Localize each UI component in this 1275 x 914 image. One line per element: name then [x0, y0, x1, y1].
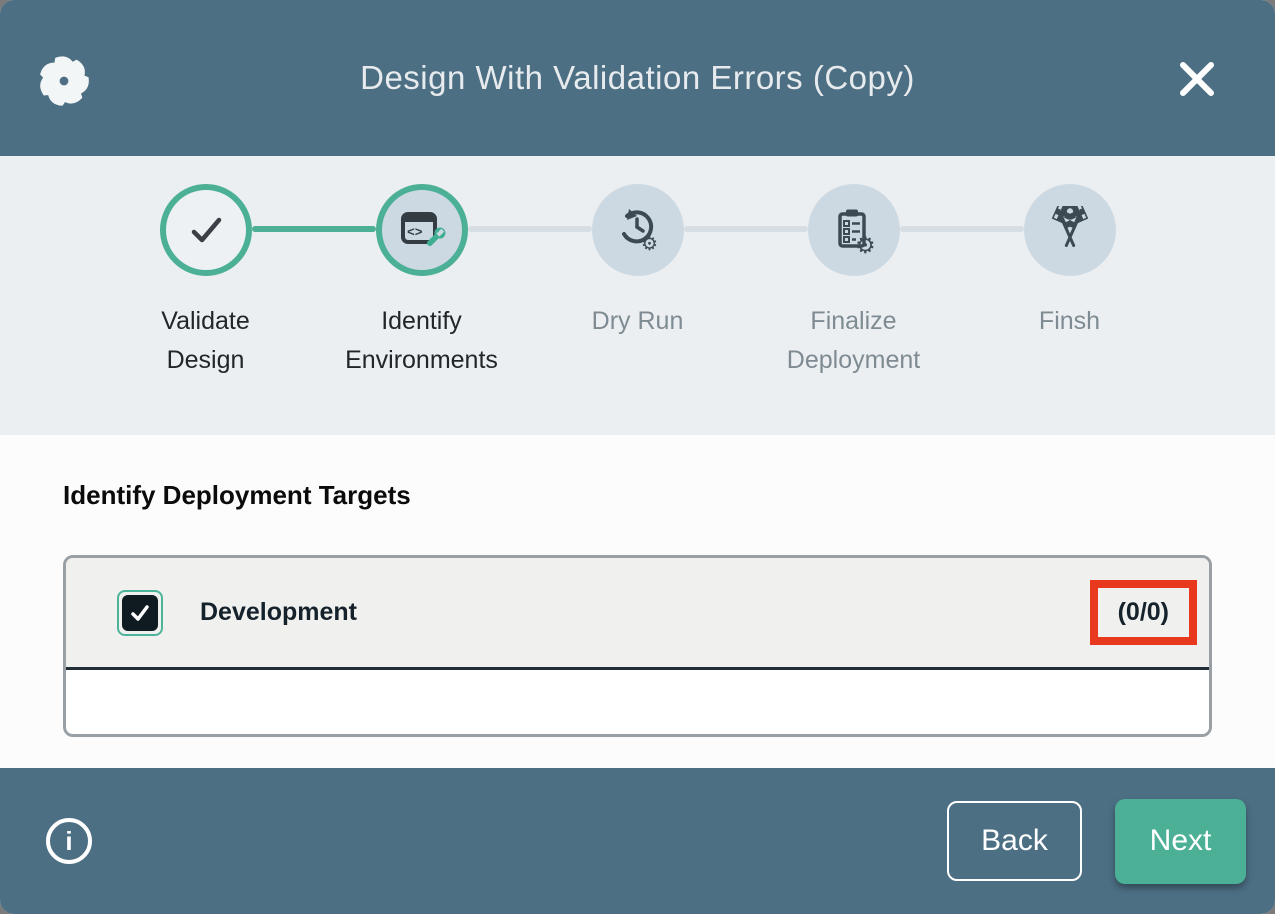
- checkered-flags-icon: [1044, 206, 1096, 254]
- step-circle[interactable]: [160, 184, 252, 276]
- step-circle[interactable]: <>: [376, 184, 468, 276]
- deployment-wizard-dialog: Design With Validation Errors (Copy): [0, 0, 1275, 914]
- info-icon[interactable]: i: [46, 818, 92, 864]
- stepper-connector: [684, 226, 808, 232]
- stepper-connector: [468, 226, 592, 232]
- history-gear-icon: ⚙: [614, 206, 662, 254]
- step-circle[interactable]: [1024, 184, 1116, 276]
- step-label: Finalize Deployment: [787, 302, 920, 380]
- target-panel-empty-area: [66, 670, 1209, 734]
- target-row-development[interactable]: Development (0/0): [66, 558, 1209, 670]
- svg-text:⚙: ⚙: [855, 232, 876, 254]
- back-button[interactable]: Back: [947, 801, 1082, 881]
- clipboard-gear-icon: ⚙: [830, 206, 878, 254]
- stepper-connector: [900, 226, 1024, 232]
- next-button[interactable]: Next: [1115, 799, 1246, 884]
- step-label: Identify Environments: [345, 302, 498, 380]
- close-icon[interactable]: [1174, 56, 1220, 102]
- deployment-targets-panel: Development (0/0): [63, 555, 1212, 737]
- code-window-wrench-icon: <>: [398, 206, 446, 254]
- target-name-label: Development: [200, 598, 357, 627]
- step-validate-design: Validate Design: [98, 156, 314, 380]
- footer-buttons: Back Next: [947, 768, 1246, 914]
- dialog-title: Design With Validation Errors (Copy): [0, 59, 1275, 97]
- step-label: Validate Design: [161, 302, 250, 380]
- checkbox-checked-icon: [122, 595, 158, 631]
- step-circle[interactable]: ⚙: [808, 184, 900, 276]
- step-finalize-deployment: ⚙ Finalize Deployment: [746, 156, 962, 380]
- stepper-track: Validate Design <>: [98, 156, 1178, 380]
- page-title: Identify Deployment Targets: [63, 480, 411, 511]
- step-label: Dry Run: [592, 302, 684, 341]
- step-identify-environments: <> Identify Environments: [314, 156, 530, 380]
- stepper-connector: [252, 226, 376, 232]
- step-dry-run: ⚙ Dry Run: [530, 156, 746, 380]
- development-checkbox[interactable]: [117, 590, 163, 636]
- svg-text:<>: <>: [407, 225, 423, 240]
- wizard-stepper: Validate Design <>: [0, 156, 1275, 435]
- dialog-footer: i Back Next: [0, 768, 1275, 914]
- wizard-body: Identify Deployment Targets Development …: [0, 435, 1275, 768]
- dialog-header: Design With Validation Errors (Copy): [0, 0, 1275, 156]
- svg-text:⚙: ⚙: [641, 234, 658, 254]
- step-label: Finsh: [1039, 302, 1100, 341]
- target-count-badge: (0/0): [1118, 598, 1169, 627]
- pinwheel-logo: [33, 50, 95, 112]
- check-icon: [183, 207, 229, 253]
- step-finish: Finsh: [962, 156, 1178, 380]
- annotation-highlight-box: (0/0): [1090, 580, 1197, 645]
- step-circle[interactable]: ⚙: [592, 184, 684, 276]
